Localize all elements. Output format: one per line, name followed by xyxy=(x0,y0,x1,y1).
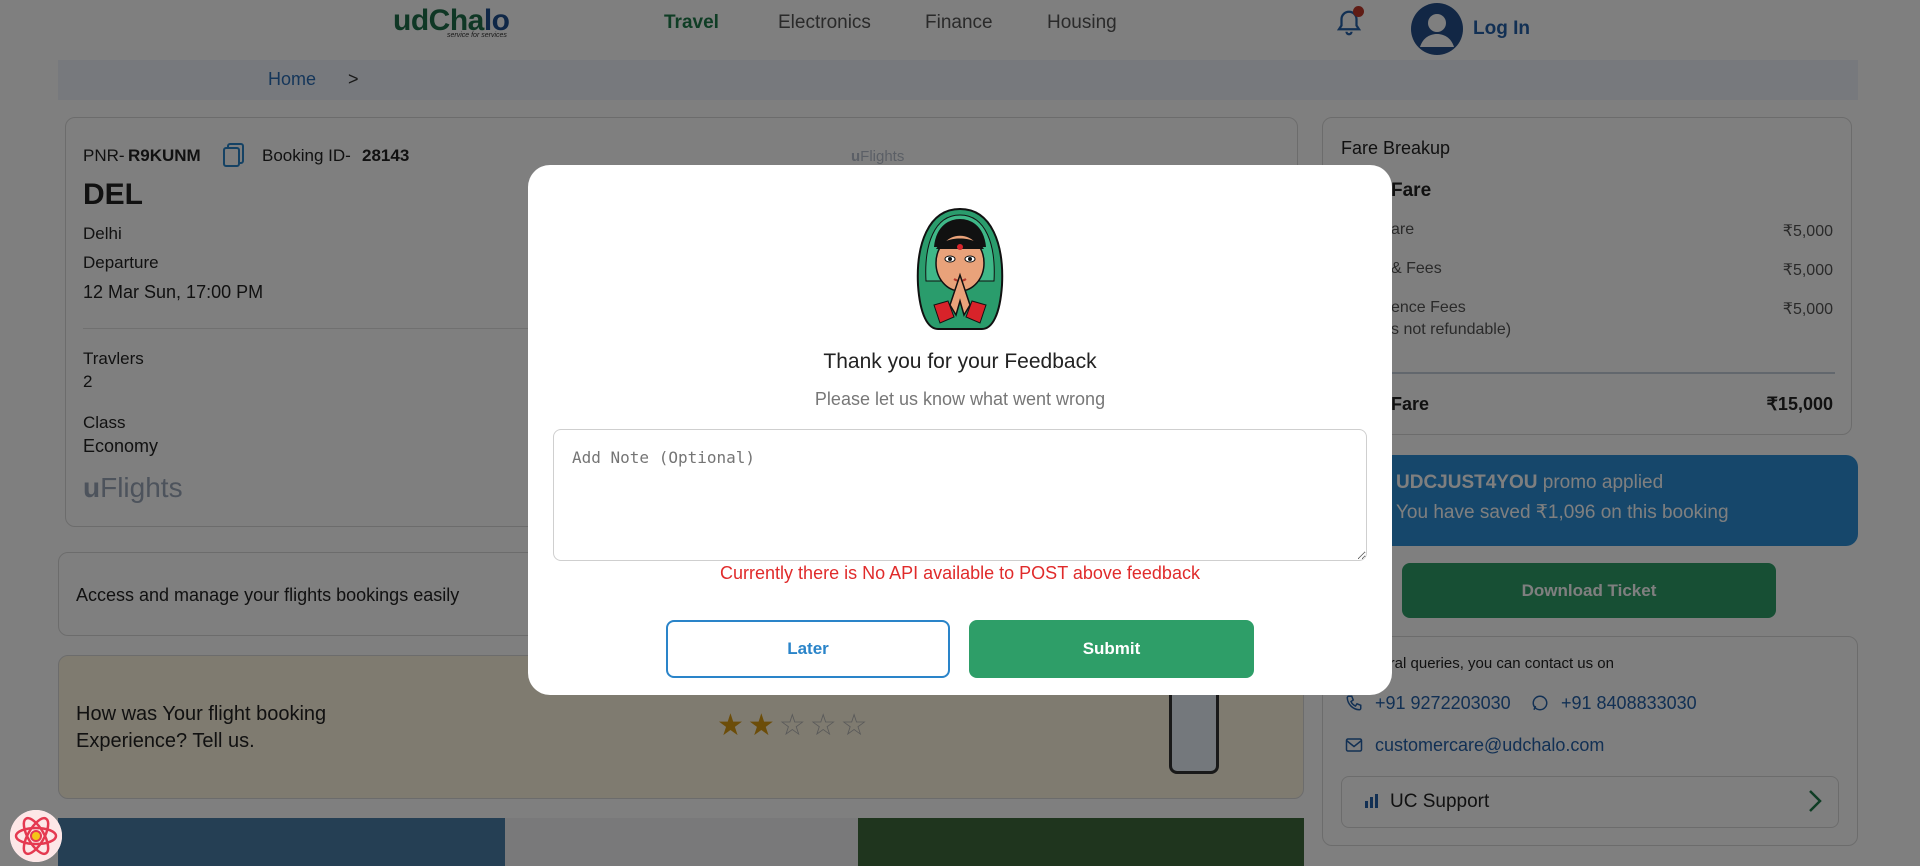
modal-title: Thank you for your Feedback xyxy=(823,350,1097,373)
namaste-illustration-icon xyxy=(906,205,1014,338)
feedback-modal: Thank you for your Feedback Please let u… xyxy=(528,165,1392,695)
react-devtools-icon[interactable] xyxy=(10,810,62,862)
submit-button[interactable]: Submit xyxy=(969,620,1254,678)
add-note-textarea[interactable] xyxy=(553,429,1367,561)
later-button[interactable]: Later xyxy=(666,620,950,678)
modal-subtitle: Please let us know what went wrong xyxy=(814,389,1106,409)
api-error-message: Currently there is No API available to P… xyxy=(720,563,1200,583)
